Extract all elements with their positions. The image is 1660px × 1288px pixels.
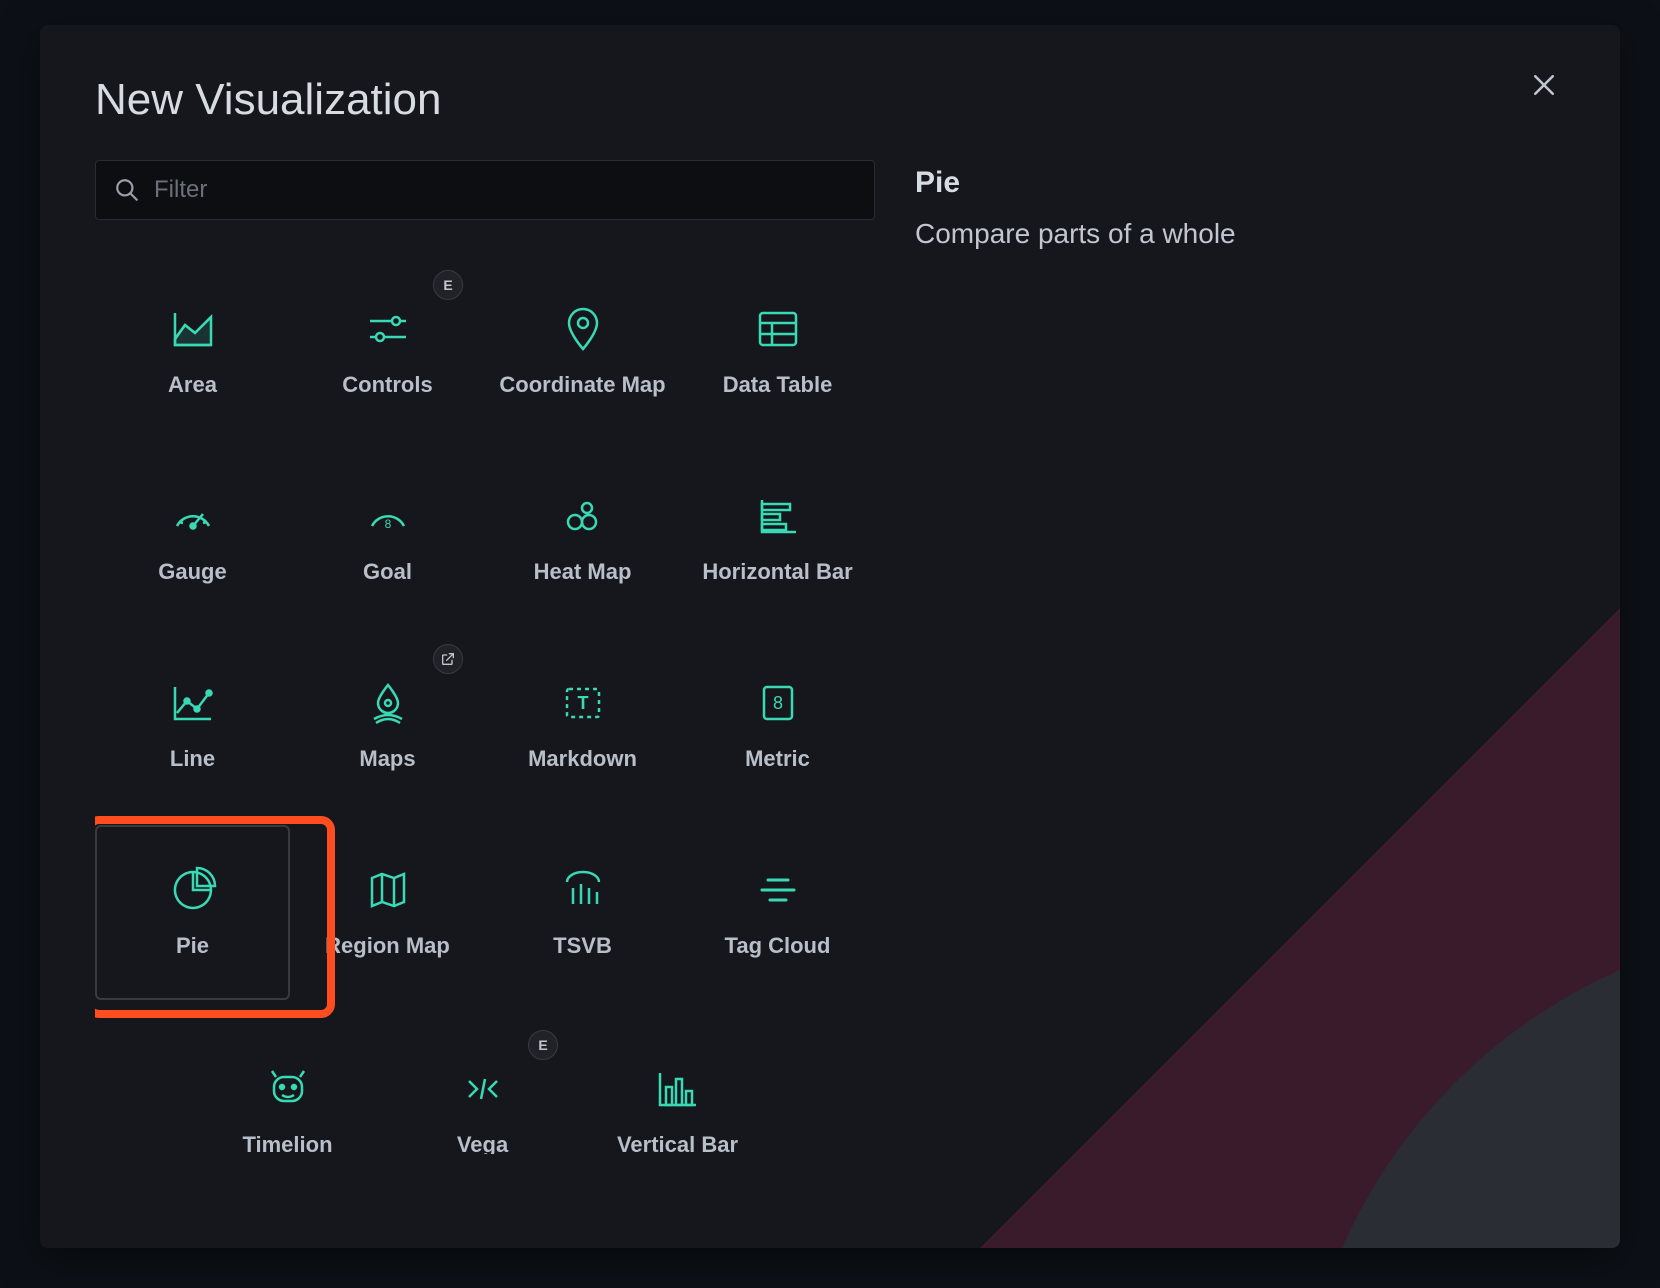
viz-label: Goal: [363, 558, 412, 586]
maps-icon: [364, 679, 412, 727]
viz-label: Line: [170, 745, 215, 773]
modal-title: New Visualization: [95, 75, 1565, 125]
viz-label: Controls: [342, 371, 432, 399]
viz-item-heat-map[interactable]: Heat Map: [485, 451, 680, 626]
viz-item-pie[interactable]: Pie: [95, 825, 290, 1000]
vega-icon: [459, 1065, 507, 1113]
detail-title: Pie: [915, 166, 1565, 200]
viz-label: TSVB: [553, 932, 612, 960]
viz-item-controls[interactable]: E Controls: [290, 264, 485, 439]
viz-label: Coordinate Map: [499, 371, 665, 399]
metric-icon: 8: [754, 679, 802, 727]
external-badge: [433, 644, 463, 674]
markdown-icon: T: [559, 679, 607, 727]
viz-item-metric[interactable]: 8 Metric: [680, 638, 875, 813]
svg-text:T: T: [577, 693, 588, 713]
viz-item-region-map[interactable]: Region Map: [290, 825, 485, 1000]
controls-icon: [364, 305, 412, 353]
viz-item-vega[interactable]: E Vega: [385, 1024, 580, 1154]
viz-scroll-area: Area E Controls: [95, 244, 875, 1154]
viz-item-line[interactable]: Line: [95, 638, 290, 813]
viz-label: Pie: [176, 932, 209, 960]
viz-label: Timelion: [242, 1131, 332, 1154]
search-icon: [114, 177, 140, 203]
background-page-text: /i: [0, 120, 26, 202]
tsvb-icon: [559, 866, 607, 914]
viz-item-vertical-bar[interactable]: Vertical Bar: [580, 1024, 775, 1154]
heatmap-icon: [559, 492, 607, 540]
close-button[interactable]: [1529, 70, 1565, 106]
viz-item-maps[interactable]: Maps: [290, 638, 485, 813]
viz-label: Vertical Bar: [617, 1131, 738, 1154]
viz-label: Markdown: [528, 745, 637, 773]
area-icon: [169, 305, 217, 353]
table-icon: [754, 305, 802, 353]
viz-item-gauge[interactable]: Gauge: [95, 451, 290, 626]
external-link-icon: [440, 651, 456, 667]
filter-box[interactable]: [95, 160, 875, 220]
pie-icon: [169, 866, 217, 914]
viz-item-timelion[interactable]: Timelion: [190, 1024, 385, 1154]
viz-label: Metric: [745, 745, 810, 773]
experimental-badge: E: [528, 1030, 558, 1060]
new-visualization-modal: New Visualization: [40, 25, 1620, 1248]
gauge-icon: [169, 492, 217, 540]
viz-label: Maps: [359, 745, 415, 773]
timelion-icon: [264, 1065, 312, 1113]
viz-item-tsvb[interactable]: TSVB: [485, 825, 680, 1000]
viz-label: Gauge: [158, 558, 226, 586]
viz-label: Vega: [457, 1131, 508, 1154]
close-icon: [1529, 70, 1559, 100]
svg-text:8: 8: [772, 693, 782, 713]
line-icon: [169, 679, 217, 727]
horizontal-bar-icon: [754, 492, 802, 540]
vertical-bar-icon: [654, 1065, 702, 1113]
goal-icon: 8: [364, 492, 412, 540]
viz-label: Heat Map: [534, 558, 632, 586]
viz-item-data-table[interactable]: Data Table: [680, 264, 875, 439]
viz-label: Region Map: [325, 932, 450, 960]
detail-panel: Pie Compare parts of a whole: [915, 160, 1565, 1154]
viz-label: Tag Cloud: [725, 932, 831, 960]
viz-item-coordinate-map[interactable]: Coordinate Map: [485, 264, 680, 439]
viz-item-area[interactable]: Area: [95, 264, 290, 439]
viz-item-goal[interactable]: 8 Goal: [290, 451, 485, 626]
viz-item-markdown[interactable]: T Markdown: [485, 638, 680, 813]
viz-label: Horizontal Bar: [702, 558, 852, 586]
viz-item-tag-cloud[interactable]: Tag Cloud: [680, 825, 875, 1000]
region-map-icon: [364, 866, 412, 914]
experimental-badge: E: [433, 270, 463, 300]
detail-description: Compare parts of a whole: [915, 218, 1565, 250]
svg-text:8: 8: [384, 517, 391, 531]
tag-cloud-icon: [754, 866, 802, 914]
viz-label: Data Table: [723, 371, 833, 399]
viz-item-horizontal-bar[interactable]: Horizontal Bar: [680, 451, 875, 626]
viz-label: Area: [168, 371, 217, 399]
pin-icon: [559, 305, 607, 353]
filter-input[interactable]: [154, 176, 856, 204]
